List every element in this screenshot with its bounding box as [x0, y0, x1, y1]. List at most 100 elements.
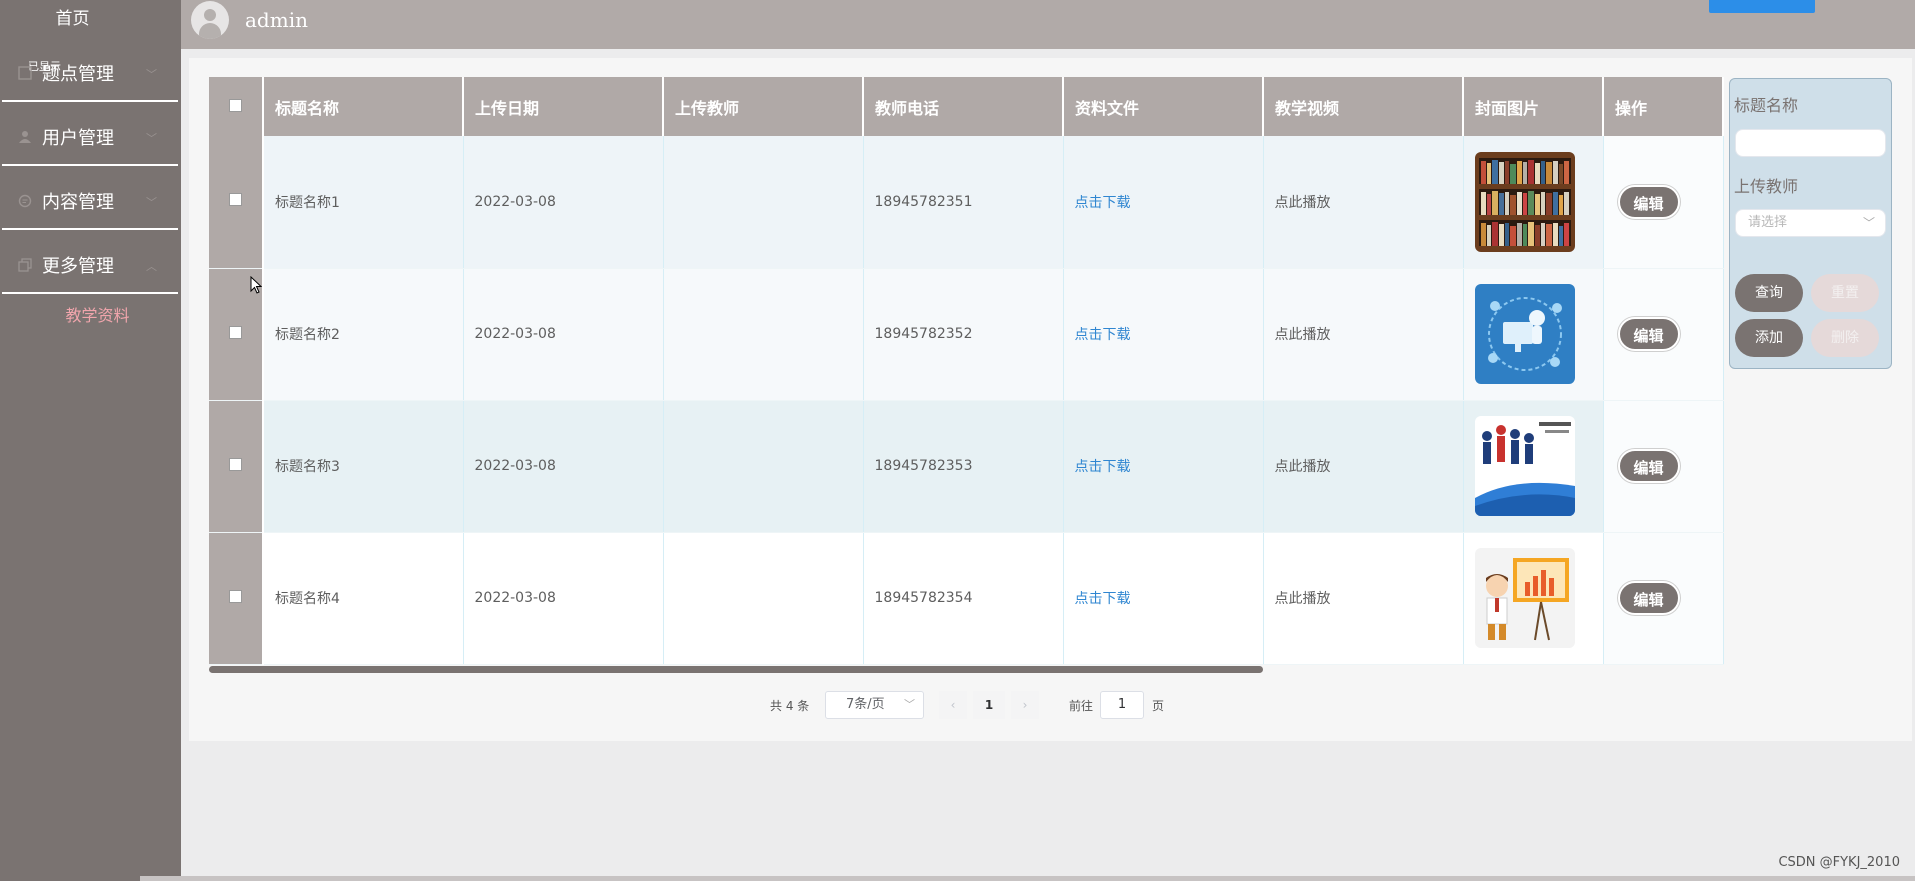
download-link[interactable]: 点击下载 [1075, 459, 1131, 475]
table-row: 标题名称3 2022-03-08 18945782353 点击下载 点此播放 编… [209, 400, 1724, 533]
document-icon [18, 66, 32, 80]
chevron-right-icon: › [1022, 698, 1028, 712]
row-checkbox[interactable] [229, 589, 242, 603]
cell-actions: 编辑 [1603, 136, 1724, 269]
username[interactable]: admin [245, 8, 308, 32]
sidebar-group-more[interactable]: 更多管理 ︿ [2, 232, 178, 294]
cell-title: 标题名称2 [263, 268, 464, 401]
chat-icon [18, 194, 32, 208]
download-link[interactable]: 点击下载 [1075, 195, 1131, 211]
cell-video[interactable]: 点此播放 [1263, 136, 1464, 269]
cell-cover [1463, 136, 1604, 269]
search-panel: 标题名称 上传教师 请选择 ﹀ 查询 重置 添加 删除 [1729, 78, 1892, 369]
sidebar-group-topic[interactable]: 题点管理 ﹀ [2, 40, 178, 102]
sidebar-group-label: 更多管理 [42, 256, 114, 277]
cell-teacher [663, 268, 864, 401]
cell-file: 点击下载 [1063, 400, 1264, 533]
add-button[interactable]: 添加 [1735, 319, 1803, 357]
column-header[interactable]: 教学视频 [1263, 77, 1464, 136]
cell-title: 标题名称1 [263, 136, 464, 269]
cell-cover [1463, 400, 1604, 533]
table-row: 标题名称4 2022-03-08 18945782354 点击下载 点此播放 编… [209, 532, 1724, 665]
cover-image-teacher-chart[interactable] [1474, 548, 1575, 648]
row-checkbox-cell [209, 400, 264, 533]
column-header[interactable]: 上传教师 [663, 77, 864, 136]
select-placeholder: 请选择 [1748, 215, 1788, 230]
cell-date: 2022-03-08 [463, 532, 664, 665]
sidebar-group-content[interactable]: 内容管理 ﹀ [2, 168, 178, 230]
pagination-total: 共 4 条 [770, 699, 810, 713]
sidebar-item-teaching-material[interactable]: 教学资料 [0, 302, 195, 326]
search-teacher-label: 上传教师 [1734, 177, 1799, 196]
sidebar-group-user[interactable]: 用户管理 ﹀ [2, 104, 178, 166]
edit-button[interactable]: 编辑 [1617, 317, 1680, 351]
column-header[interactable]: 封面图片 [1463, 77, 1604, 136]
chevron-left-icon: ‹ [950, 698, 956, 712]
avatar[interactable] [191, 1, 229, 39]
next-page-button[interactable]: › [1011, 691, 1039, 719]
sidebar-item-home[interactable]: 首页 [0, 4, 145, 29]
table-row: 标题名称1 2022-03-08 18945782351 点击下载 点此播放 编… [209, 136, 1724, 269]
download-link[interactable]: 点击下载 [1075, 327, 1131, 343]
edit-button[interactable]: 编辑 [1617, 449, 1680, 483]
sidebar-group-label: 内容管理 [42, 192, 114, 213]
query-button[interactable]: 查询 [1735, 274, 1803, 312]
cell-cover [1463, 532, 1604, 665]
header-corner-button[interactable] [1709, 0, 1815, 13]
cell-video[interactable]: 点此播放 [1263, 532, 1464, 665]
row-checkbox[interactable] [229, 325, 242, 339]
sidebar-group-label: 用户管理 [42, 128, 114, 149]
cell-teacher [663, 400, 864, 533]
cell-video[interactable]: 点此播放 [1263, 268, 1464, 401]
chevron-up-icon: ︿ [146, 260, 157, 273]
data-table: 标题名称 上传日期 上传教师 教师电话 资料文件 教学视频 封面图片 操作 标题… [209, 77, 1724, 666]
column-header[interactable]: 操作 [1603, 77, 1724, 136]
chevron-down-icon: ﹀ [904, 698, 915, 711]
row-checkbox-cell [209, 532, 264, 665]
chevron-down-icon: ﹀ [146, 132, 157, 145]
cover-image-bookshelf[interactable] [1474, 151, 1575, 252]
edit-button[interactable]: 编辑 [1617, 581, 1680, 615]
goto-page-input[interactable]: 1 [1100, 691, 1144, 719]
cell-actions: 编辑 [1603, 400, 1724, 533]
cell-video[interactable]: 点此播放 [1263, 400, 1464, 533]
delete-button[interactable]: 删除 [1811, 319, 1879, 357]
cell-teacher [663, 136, 864, 269]
page-unit-label: 页 [1152, 699, 1165, 713]
cell-date: 2022-03-08 [463, 136, 664, 269]
cell-file: 点击下载 [1063, 532, 1264, 665]
cell-date: 2022-03-08 [463, 400, 664, 533]
copy-icon [18, 258, 32, 272]
download-link[interactable]: 点击下载 [1075, 591, 1131, 607]
cover-image-presentation[interactable] [1474, 416, 1575, 516]
cell-date: 2022-03-08 [463, 268, 664, 401]
top-header: admin [181, 0, 1915, 49]
user-icon [19, 131, 31, 143]
select-all-checkbox[interactable] [229, 99, 242, 112]
page-number[interactable]: 1 [973, 691, 1005, 719]
watermark: CSDN @FYKJ_2010 [1778, 855, 1900, 870]
row-checkbox[interactable] [229, 193, 242, 207]
chevron-down-icon: ﹀ [146, 196, 157, 209]
cell-teacher [663, 532, 864, 665]
column-header[interactable]: 教师电话 [863, 77, 1064, 136]
prev-page-button[interactable]: ‹ [939, 691, 967, 719]
reset-button[interactable]: 重置 [1811, 274, 1879, 312]
edit-button[interactable]: 编辑 [1617, 184, 1680, 219]
cell-file: 点击下载 [1063, 136, 1264, 269]
search-teacher-select[interactable]: 请选择 ﹀ [1735, 209, 1886, 237]
cell-actions: 编辑 [1603, 268, 1724, 401]
page-size-value: 7条/页 [846, 697, 885, 712]
column-header[interactable]: 上传日期 [463, 77, 664, 136]
search-title-input[interactable] [1735, 129, 1886, 157]
column-header[interactable]: 资料文件 [1063, 77, 1264, 136]
table-horizontal-scrollbar[interactable] [209, 666, 1263, 673]
column-header[interactable]: 标题名称 [263, 77, 464, 136]
search-title-label: 标题名称 [1734, 96, 1799, 115]
row-checkbox-cell [209, 136, 264, 269]
page-size-select[interactable]: 7条/页 ﹀ [825, 691, 924, 719]
cover-image-tech[interactable] [1474, 284, 1575, 384]
select-all-checkbox-cell [209, 77, 264, 136]
row-checkbox[interactable] [229, 457, 242, 471]
cell-phone: 18945782353 [863, 400, 1064, 533]
